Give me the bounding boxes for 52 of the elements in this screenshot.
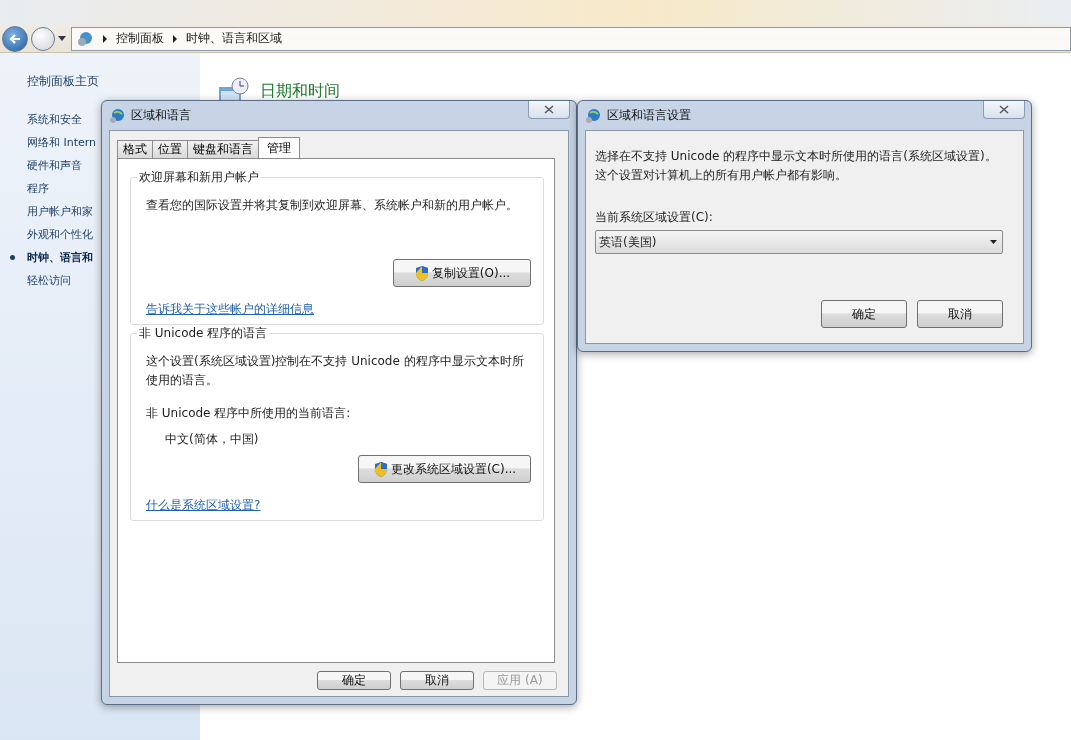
globe-icon [585,107,601,124]
close-button[interactable] [528,101,570,119]
control-panel-icon [76,29,94,48]
tab[interactable]: 位置 [152,140,188,158]
field-label: 非 Unicode 程序中所使用的当前语言: [146,405,352,422]
help-link[interactable]: 什么是系统区域设置? [146,497,261,514]
sidebar-link[interactable]: 用户帐户和家 [27,205,93,218]
close-icon [999,105,1009,114]
address-bar[interactable]: 控制面板 时钟、语言和区域 [71,26,1071,51]
help-link[interactable]: 告诉我关于这些帐户的详细信息 [146,301,314,318]
sidebar-link[interactable]: 轻松访问 [27,274,71,287]
dialog-button[interactable]: 确定 [821,300,907,328]
shield-icon [372,460,389,478]
chevron-icon [172,34,178,43]
dialog-title: 区域和语言设置 [607,107,691,124]
sidebar-link[interactable]: 网络和 Intern [27,136,97,149]
sidebar-link[interactable]: 控制面板主页 [27,73,200,90]
globe-icon [109,107,125,124]
sidebar-link[interactable]: 系统和安全 [27,113,82,126]
current-language: 中文(简体，中国) [165,431,260,448]
dialog-button[interactable]: 确定 [317,671,391,690]
dialog-button[interactable]: 取消 [917,300,1003,328]
tab[interactable]: 格式 [117,140,153,158]
sidebar-link[interactable]: 程序 [27,182,49,195]
sidebar-link[interactable]: 硬件和声音 [27,159,82,172]
section-heading[interactable]: 日期和时间 [260,80,340,102]
close-icon [544,105,554,114]
forward-button[interactable] [31,26,55,51]
dialog-title: 区域和语言 [131,107,191,124]
description-text: 查看您的国际设置并将其复制到欢迎屏幕、系统帐户和新的用户帐户。 [146,197,519,214]
breadcrumb-item[interactable]: 控制面板 [116,30,164,47]
back-arrow-icon [8,31,22,46]
settings-button[interactable]: 更改系统区域设置(C)... [358,455,531,483]
description-text: 这个设置(系统区域设置)控制在不支持 Unicode 的程序中显示文本时所使用的语言。 [146,353,525,389]
group-title: 非 Unicode 程序的语言 [137,326,270,341]
dropdown-arrow-icon [990,240,997,244]
sidebar-link[interactable]: 外观和个性化 [27,228,93,241]
breadcrumb-item[interactable]: 时钟、语言和区域 [186,30,282,47]
sidebar-link[interactable]: 时钟、语言和 [27,251,93,264]
chevron-icon [102,34,108,43]
dialog-button[interactable]: 取消 [400,671,474,690]
tab[interactable]: 管理 [258,137,300,158]
description-text: 选择在不支持 Unicode 的程序中显示文本时所使用的语言(系统区域设置)。这个设置对计算机上的所有用户帐户都有影响。 [595,148,998,184]
field-label: 当前系统区域设置(C): [595,209,714,226]
close-button[interactable] [983,101,1025,119]
tab[interactable]: 键盘和语言 [187,140,259,158]
group-title: 欢迎屏幕和新用户帐户 [137,170,261,185]
locale-dropdown[interactable]: 英语(美国) [595,230,1003,254]
back-button[interactable] [2,25,28,52]
settings-button[interactable]: 复制设置(O)... [393,259,531,287]
shield-icon [413,264,430,282]
dropdown-arrow-icon[interactable] [58,35,66,42]
